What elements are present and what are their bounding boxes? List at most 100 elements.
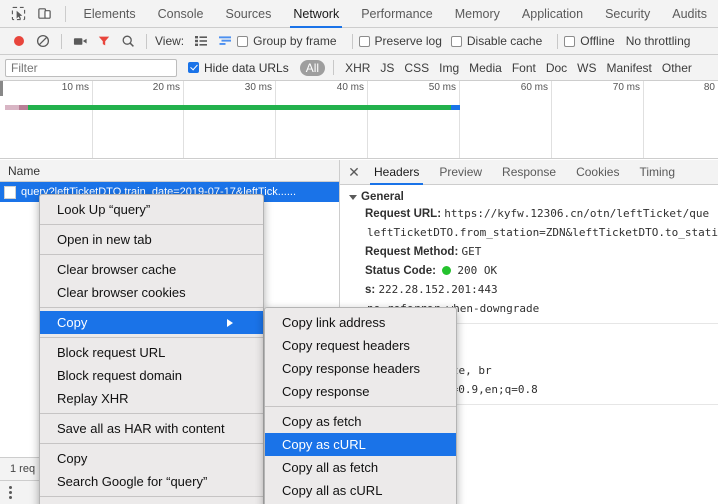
- inspect-element-icon[interactable]: [6, 1, 32, 27]
- tab-timing[interactable]: Timing: [629, 160, 685, 185]
- request-method-key: Request Method:: [365, 246, 459, 258]
- group-by-frame-box: [237, 35, 249, 47]
- copy-submenu-item-copy-link-address[interactable]: Copy link address: [265, 311, 456, 334]
- devtools-tabbar: Elements Console Sources Network Perform…: [0, 0, 718, 28]
- copy-submenu-item-copy-all-as-fetch[interactable]: Copy all as fetch: [265, 456, 456, 479]
- tab-console[interactable]: Console: [147, 0, 215, 28]
- filter-type-img[interactable]: Img: [434, 61, 464, 75]
- timeline-tick-label: 50 ms: [428, 82, 456, 93]
- filter-funnel-icon[interactable]: [92, 29, 116, 53]
- timeline-gridline: [92, 81, 93, 158]
- hide-data-urls-label: Hide data URLs: [204, 60, 289, 75]
- request-method-value: GET: [461, 245, 482, 258]
- context-menu-item-save-all-as-har-with-content[interactable]: Save all as HAR with content: [40, 417, 263, 440]
- context-menu-item-block-request-url[interactable]: Block request URL: [40, 341, 263, 364]
- context-menu-item-search-google-for-query[interactable]: Search Google for “query”: [40, 470, 263, 493]
- tab-response[interactable]: Response: [492, 160, 566, 185]
- filter-type-css[interactable]: CSS: [399, 61, 434, 75]
- filter-input[interactable]: [5, 58, 177, 77]
- offline-checkbox[interactable]: Offline: [564, 34, 615, 48]
- copy-submenu[interactable]: Copy link address Copy request headers Cop…: [264, 307, 457, 504]
- context-menu-item-replay-xhr[interactable]: Replay XHR: [40, 387, 263, 410]
- timeline-gridline: [551, 81, 552, 158]
- copy-submenu-item-copy-request-headers[interactable]: Copy request headers: [265, 334, 456, 357]
- hide-data-urls-checkbox[interactable]: Hide data URLs: [188, 61, 289, 75]
- tab-performance[interactable]: Performance: [350, 0, 444, 28]
- context-menu-item-copy[interactable]: Copy: [40, 311, 263, 334]
- menu-item-label: Copy all as cURL: [282, 483, 383, 498]
- filter-type-doc[interactable]: Doc: [541, 61, 572, 75]
- timeline-tick-label: 10 ms: [61, 82, 89, 93]
- status-code-row: Status Code: 200 OK: [340, 264, 718, 278]
- more-options-icon[interactable]: [9, 486, 12, 499]
- timeline-gridline: [367, 81, 368, 158]
- context-menu[interactable]: Look Up “query” Open in new tab Clear brow…: [39, 194, 264, 504]
- tab-network[interactable]: Network: [282, 0, 350, 28]
- list-view-icon[interactable]: [189, 29, 213, 53]
- group-by-frame-checkbox[interactable]: Group by frame: [237, 34, 337, 48]
- tab-elements[interactable]: Elements: [73, 0, 147, 28]
- toolbar-divider-1: [61, 33, 62, 49]
- filter-type-ws[interactable]: WS: [572, 61, 601, 75]
- menu-item-label: Copy link address: [282, 315, 386, 330]
- filter-type-xhr[interactable]: XHR: [340, 61, 375, 75]
- record-icon[interactable]: [7, 29, 31, 53]
- tab-memory[interactable]: Memory: [444, 0, 511, 28]
- waterfall-view-icon[interactable]: [213, 29, 237, 53]
- menu-item-label: Copy response headers: [282, 361, 421, 376]
- search-icon[interactable]: [116, 29, 140, 53]
- filter-type-other[interactable]: Other: [657, 61, 697, 75]
- menu-item-label: Replay XHR: [57, 391, 129, 406]
- general-section-title: General: [361, 191, 404, 203]
- general-section-header[interactable]: General: [340, 191, 718, 203]
- tab-cookies[interactable]: Cookies: [566, 160, 629, 185]
- filter-type-font[interactable]: Font: [507, 61, 541, 75]
- copy-submenu-item-copy-all-as-curl[interactable]: Copy all as cURL: [265, 479, 456, 502]
- context-menu-item-block-request-domain[interactable]: Block request domain: [40, 364, 263, 387]
- network-overview-timeline[interactable]: 10 ms 20 ms 30 ms 40 ms 50 ms 60 ms 70 ms 80: [0, 81, 718, 159]
- context-menu-item-open-in-new-tab[interactable]: Open in new tab: [40, 228, 263, 251]
- tab-preview[interactable]: Preview: [429, 160, 492, 185]
- timeline-left-handle[interactable]: [0, 81, 3, 96]
- preserve-log-box: [358, 35, 370, 47]
- copy-submenu-item-copy-as-curl[interactable]: Copy as cURL: [265, 433, 456, 456]
- filter-divider: [333, 60, 335, 75]
- throttling-select[interactable]: No throttling: [626, 34, 691, 48]
- context-menu-item-clear-browser-cookies[interactable]: Clear browser cookies: [40, 281, 263, 304]
- status-code-value: 200 OK: [457, 264, 498, 277]
- clear-icon[interactable]: [31, 29, 55, 53]
- device-toolbar-icon[interactable]: [32, 1, 58, 27]
- preserve-log-label: Preserve log: [374, 34, 442, 48]
- devtools-window: Elements Console Sources Network Perform…: [0, 0, 718, 504]
- tab-sources[interactable]: Sources: [215, 0, 283, 28]
- filter-type-all[interactable]: All: [299, 59, 326, 76]
- tab-headers[interactable]: Headers: [364, 160, 429, 185]
- filter-row: Hide data URLs All XHR JS CSS Img Media …: [0, 55, 718, 81]
- filter-type-manifest[interactable]: Manifest: [602, 61, 657, 75]
- tab-application[interactable]: Application: [511, 0, 594, 28]
- context-menu-item-speech[interactable]: Speech: [40, 500, 263, 504]
- view-label: View:: [155, 34, 185, 48]
- column-header-name[interactable]: Name: [0, 160, 339, 182]
- copy-submenu-item-copy-response[interactable]: Copy response: [265, 380, 456, 403]
- close-icon[interactable]: ✕: [344, 160, 364, 185]
- context-menu-item-clear-browser-cache[interactable]: Clear browser cache: [40, 258, 263, 281]
- timeline-tick-label: 60 ms: [520, 82, 548, 93]
- copy-submenu-item-copy-as-fetch[interactable]: Copy as fetch: [265, 410, 456, 433]
- tab-security[interactable]: Security: [594, 0, 661, 28]
- filter-type-js[interactable]: JS: [375, 61, 399, 75]
- preserve-log-checkbox[interactable]: Preserve log: [358, 34, 442, 48]
- menu-item-label: Copy all as fetch: [282, 460, 379, 475]
- filter-type-media[interactable]: Media: [464, 61, 507, 75]
- context-menu-item-look-up-query[interactable]: Look Up “query”: [40, 198, 263, 221]
- timeline-tick-label: 30 ms: [244, 82, 272, 93]
- offline-box: [564, 35, 576, 47]
- copy-submenu-item-copy-response-headers[interactable]: Copy response headers: [265, 357, 456, 380]
- request-url-value-line2: leftTicketDTO.from_station=ZDN&leftTicke…: [367, 226, 718, 239]
- menu-item-label: Copy as cURL: [282, 437, 366, 452]
- camera-icon[interactable]: [68, 29, 92, 53]
- context-menu-item-copy[interactable]: Copy: [40, 447, 263, 470]
- tab-audits[interactable]: Audits: [661, 0, 718, 28]
- disable-cache-checkbox[interactable]: Disable cache: [450, 34, 542, 48]
- menu-item-label: Copy: [57, 315, 88, 330]
